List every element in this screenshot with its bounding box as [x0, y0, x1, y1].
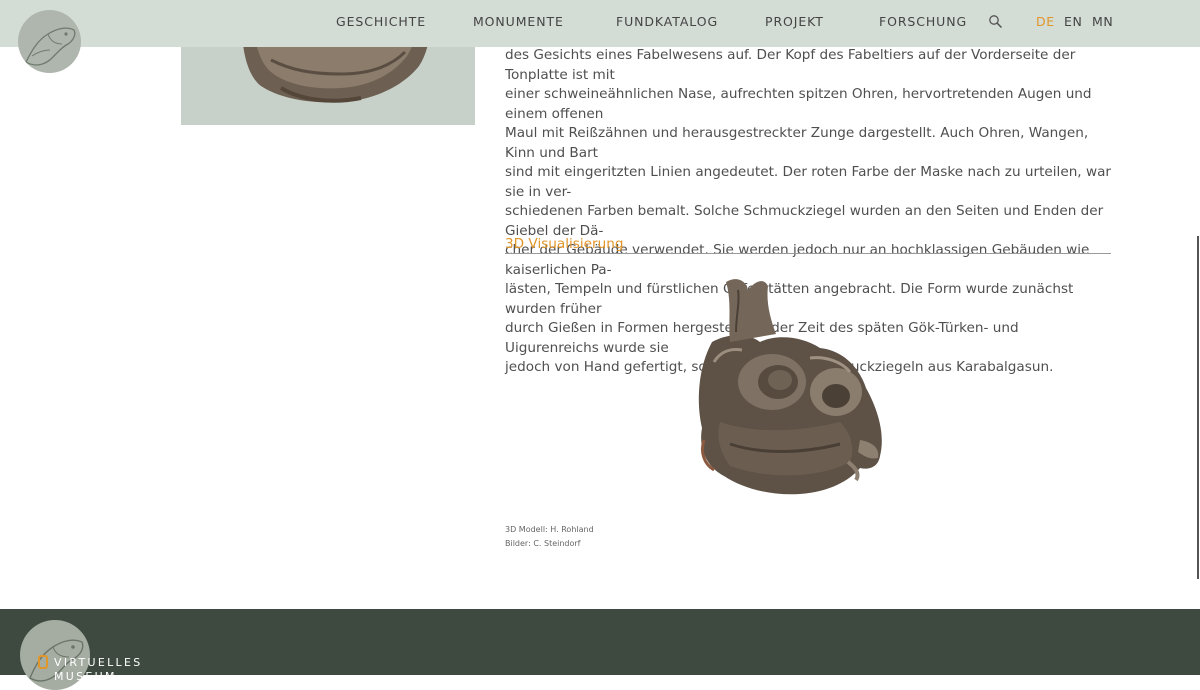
footer-brand-line1: VIRTUELLES [54, 656, 143, 669]
site-logo[interactable] [18, 10, 81, 73]
main-nav: GESCHICHTE MONUMENTE FUNDKATALOG PROJEKT… [0, 0, 1200, 43]
nav-item-forschung[interactable]: FORSCHUNG [879, 14, 967, 29]
article-line: Maul mit Reißzähnen und herausgestreckte… [505, 125, 1089, 161]
top-navigation-bar: GESCHICHTE MONUMENTE FUNDKATALOG PROJEKT… [0, 0, 1200, 47]
turtle-head-logo-icon [25, 27, 76, 66]
language-mn[interactable]: MN [1092, 14, 1113, 29]
footer: VIRTUELLES MUSEUM [0, 609, 1200, 690]
footer-brand[interactable]: VIRTUELLES MUSEUM [38, 655, 143, 684]
credit-3d-model: 3D Modell: H. Rohland [505, 525, 594, 534]
search-icon[interactable] [988, 14, 1003, 29]
page-scrollbar[interactable] [1197, 236, 1199, 579]
footer-brand-line2: MUSEUM [54, 670, 117, 683]
brand-mark-icon [38, 655, 48, 669]
nav-item-geschichte[interactable]: GESCHICHTE [336, 14, 426, 29]
article-line: des Gesichts eines Fabelwesens auf. Der … [505, 47, 1076, 83]
nav-item-projekt[interactable]: PROJEKT [765, 14, 824, 29]
credit-images: Bilder: C. Steindorf [505, 539, 581, 548]
3d-model-viewer[interactable] [505, 262, 1111, 507]
3d-artifact-model[interactable] [690, 272, 890, 502]
nav-item-monumente[interactable]: MONUMENTE [473, 14, 564, 29]
image-credits: 3D Modell: H. Rohland Bilder: C. Steindo… [505, 523, 594, 551]
section-title-3d-visualisierung[interactable]: 3D Visualisierung [505, 236, 1111, 254]
article-line: einer schweineähnlichen Nase, aufrechten… [505, 86, 1092, 122]
language-de[interactable]: DE [1036, 14, 1055, 29]
article-line: sind mit eingeritzten Linien angedeutet.… [505, 164, 1111, 200]
language-en[interactable]: EN [1064, 14, 1082, 29]
nav-item-fundkatalog[interactable]: FUNDKATALOG [616, 14, 718, 29]
